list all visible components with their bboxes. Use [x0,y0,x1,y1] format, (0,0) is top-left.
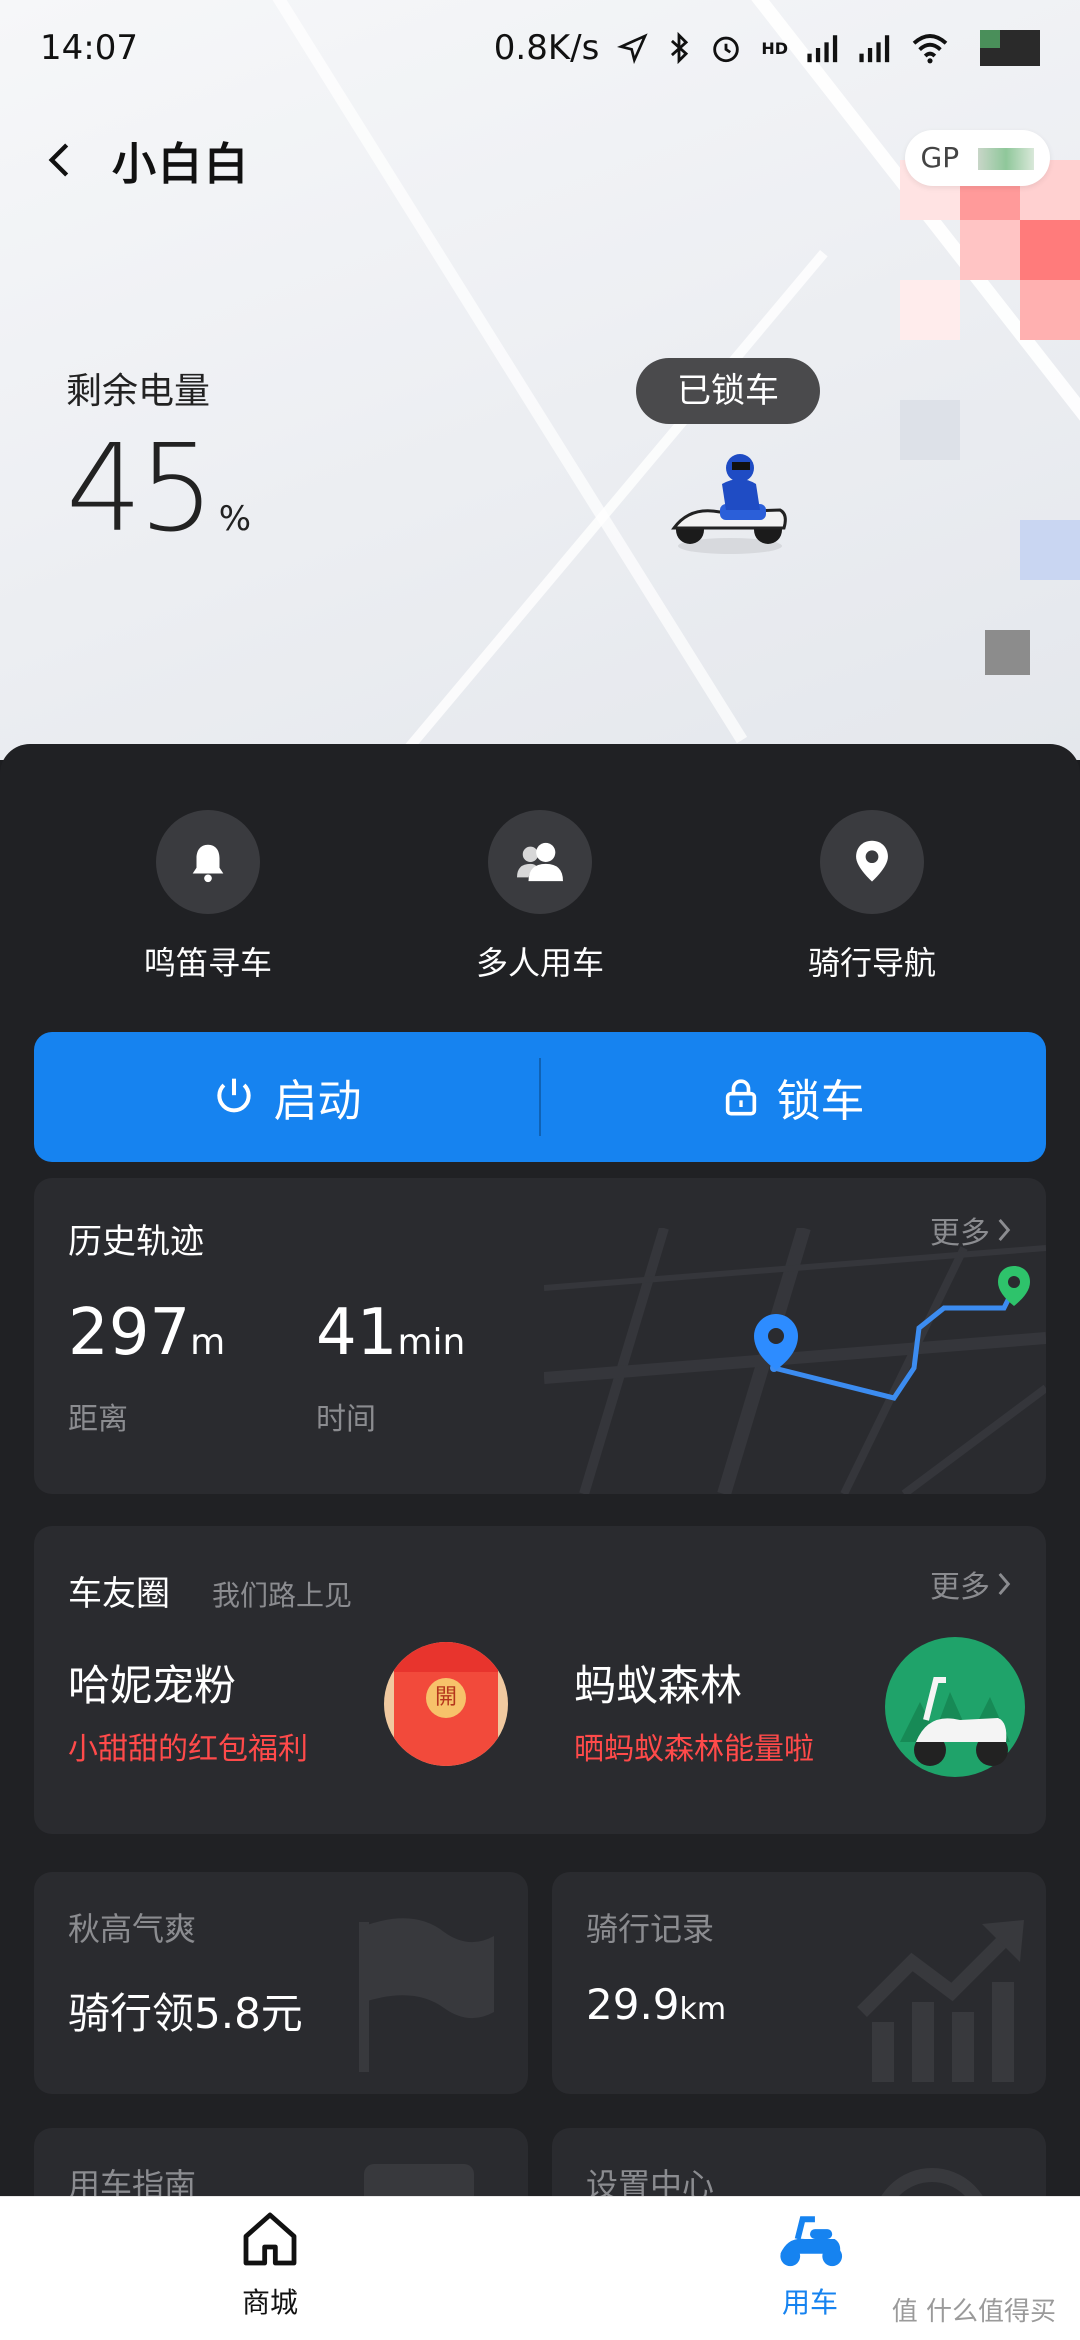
home-icon [243,2212,297,2266]
tab-label-mall: 商城 [241,2286,298,2319]
community-card: 车友圈 我们路上见 更多 哈妮宠粉 小甜甜的红包福利 開 蚂蚁森林 晒蚂蚁森林能… [34,1526,1046,1834]
lock-status-badge: 已锁车 [636,358,820,424]
net-speed: 0.8K/s [493,28,600,68]
lock-icon [725,1079,756,1116]
battery-value: 45 % [66,420,251,559]
red-packet-badge: 開 [426,1678,466,1718]
hd-label: HD [761,38,788,58]
history-more-link[interactable]: 更多 [930,1208,1012,1252]
lock-button[interactable]: 锁车 [541,1032,1046,1162]
lock-label: 锁车 [776,1076,865,1127]
scooter-forest-icon [885,1637,1025,1777]
quick-label-multi: 多人用车 [475,944,604,982]
location-pin-icon [856,840,888,882]
tab-vehicle[interactable]: 用车 [710,2207,910,2321]
tab-label-vehicle: 用车 [781,2286,838,2319]
promo-value: 骑行领5.8元 [68,1989,303,2038]
ride-record-title: 骑行记录 [586,1910,715,1948]
battery-label: 剩余电量 [66,371,211,412]
ride-distance-value: 29.9 [586,1980,680,2029]
watermark: 值 什么值得买 [891,2297,1056,2327]
distance-stat: 297m [68,1296,225,1370]
history-more-label: 更多 [930,1216,990,1251]
community-item-subtitle: 小甜甜的红包福利 [68,1732,308,1767]
promo-title: 秋高气爽 [68,1910,197,1948]
header: 小白白 [40,120,250,200]
time-stat: 41min [316,1296,465,1370]
ride-record-card[interactable]: 骑行记录 29.9km [552,1872,1046,2094]
map-mosaic [985,630,1030,675]
map-mosaic [900,280,960,340]
community-item-subtitle: 晒蚂蚁森林能量啦 [574,1732,814,1767]
flag-icon [359,1918,494,2072]
ride-distance-unit: km [679,1992,727,2027]
battery-status-icon [980,30,1040,66]
users-icon [517,842,563,882]
distance-value: 297 [68,1296,191,1370]
quick-label-nav: 骑行导航 [807,944,936,982]
multi-user-button[interactable]: 多人用车 [390,810,690,984]
map-mosaic [900,680,960,740]
start-lock-bar: 启动 锁车 [34,1032,1046,1162]
tab-mall[interactable]: 商城 [170,2207,370,2321]
alarm-icon [713,36,740,63]
map-mosaic [900,400,960,460]
bluetooth-icon [671,31,689,65]
gps-redacted [978,148,1034,170]
bottom-tab-bar: 商城 用车 值 什么值得买 [0,2196,1080,2340]
battery-unit: % [218,499,252,539]
community-item-title: 蚂蚁森林 [574,1661,743,1710]
community-subtitle: 我们路上见 [212,1579,353,1612]
track-map [544,1228,1046,1494]
community-title: 车友圈 [68,1574,170,1614]
location-arrow-icon [617,33,648,64]
signal-icon [807,35,838,63]
scooter-tab-icon [780,2216,843,2267]
map-mosaic [1020,220,1080,280]
wifi-icon [912,34,948,64]
start-button[interactable]: 启动 [34,1032,539,1162]
ride-record-value: 29.9km [586,1980,726,2029]
status-time: 14:07 [40,28,138,68]
status-bar: 14:07 0.8K/s HD [0,0,1080,96]
time-unit: min [397,1322,466,1363]
scooter-rider-icon [671,454,787,554]
history-title: 历史轨迹 [68,1222,204,1262]
gps-label: GP [920,141,960,174]
bell-icon [192,844,224,883]
start-label: 启动 [273,1076,362,1127]
red-packet-icon: 開 [384,1642,508,1766]
distance-unit: m [190,1322,226,1363]
chevron-right-icon [998,1572,1011,1596]
promo-card[interactable]: 秋高气爽 骑行领5.8元 [34,1872,528,2094]
distance-label: 距离 [68,1402,128,1437]
page-title: 小白白 [112,139,250,190]
time-value: 41 [316,1296,398,1370]
horn-button-circle [156,810,260,914]
chevron-right-icon [998,1218,1011,1242]
time-label: 时间 [316,1402,376,1437]
map-mosaic [1020,520,1080,580]
signal-icon-2 [859,35,890,63]
multi-user-circle [488,810,592,914]
ride-nav-circle [820,810,924,914]
ride-nav-button[interactable]: 骑行导航 [722,810,1022,984]
map-area[interactable]: 14:07 0.8K/s HD 小白白 GP 剩余电量 45 % 已锁车 [0,0,1080,760]
community-item-title: 哈妮宠粉 [68,1661,237,1710]
map-mosaic [960,220,1020,280]
map-mosaic [960,400,1020,460]
community-more-label: 更多 [930,1570,990,1605]
community-more-link[interactable]: 更多 [930,1562,1012,1606]
trend-up-icon [857,1920,1024,2082]
gps-chip[interactable]: GP [904,130,1050,186]
community-item-ant-forest[interactable]: 蚂蚁森林 晒蚂蚁森林能量啦 [540,1636,1046,1816]
map-mosaic [1020,280,1080,340]
community-item-red-packet[interactable]: 哈妮宠粉 小甜甜的红包福利 開 [34,1636,540,1816]
power-icon [216,1078,251,1113]
horn-find-button[interactable]: 鸣笛寻车 [58,810,358,984]
back-arrow-icon[interactable] [40,140,80,180]
history-track-card[interactable]: 历史轨迹 更多 297m 距离 41min 时间 [34,1178,1046,1494]
quick-label-horn: 鸣笛寻车 [143,944,272,982]
battery-percent: 45 [66,420,215,559]
